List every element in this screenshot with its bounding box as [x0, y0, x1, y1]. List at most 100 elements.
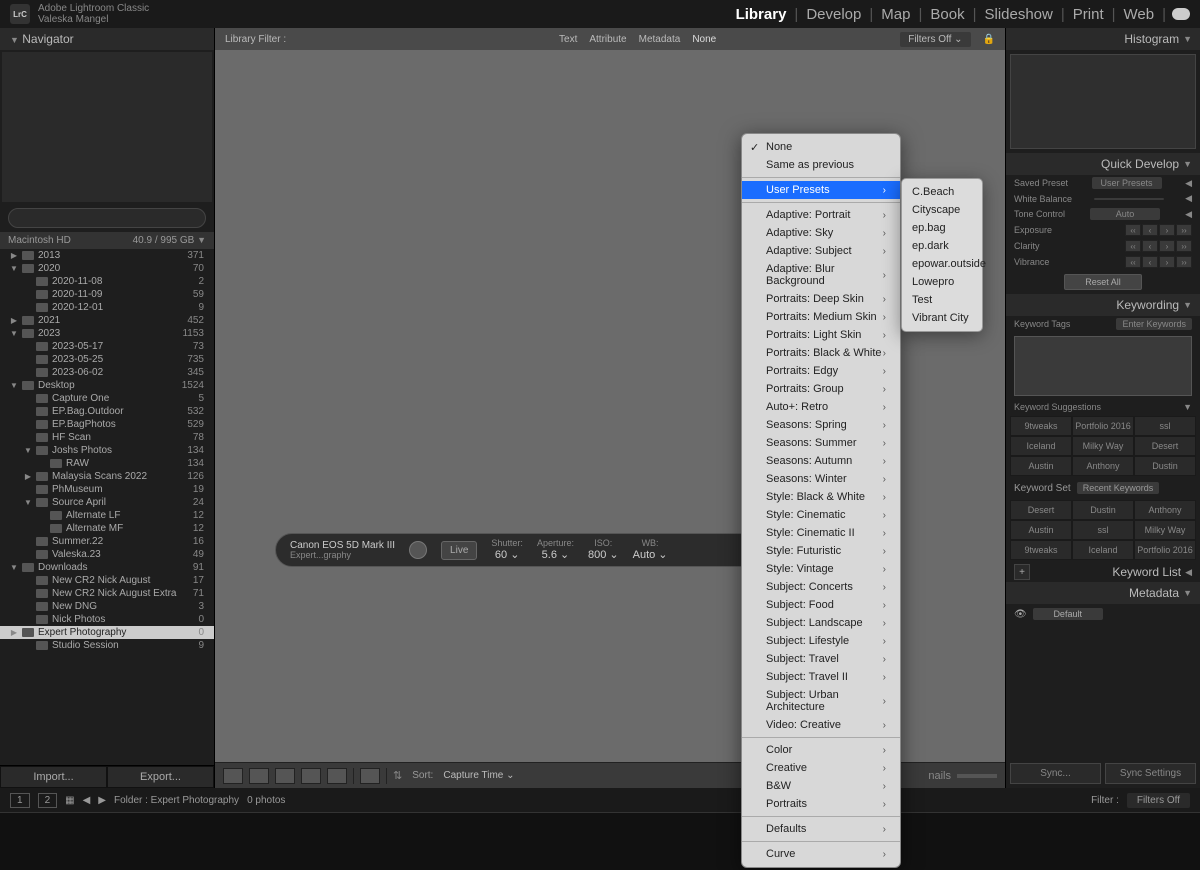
navigator-header[interactable]: ▼ Navigator: [0, 28, 214, 50]
module-library[interactable]: Library: [728, 6, 795, 23]
exposure-up[interactable]: ›: [1159, 224, 1175, 236]
user-preset-lowepro[interactable]: Lowepro: [902, 273, 982, 291]
preset-portraits-black-white[interactable]: Portraits: Black & White›: [742, 344, 900, 362]
folder-new-cr2-nick-august[interactable]: New CR2 Nick August17: [0, 574, 214, 587]
folder-valeska-23[interactable]: Valeska.2349: [0, 548, 214, 561]
folder-2023-05-17[interactable]: 2023-05-1773: [0, 340, 214, 353]
people-view-icon[interactable]: [327, 768, 347, 784]
preset-user-presets[interactable]: User Presets›: [742, 181, 900, 199]
kw-sugg-dustin[interactable]: Dustin: [1134, 456, 1196, 476]
painter-icon[interactable]: [360, 768, 380, 784]
folder-studio-session[interactable]: Studio Session9: [0, 639, 214, 652]
preset-style-vintage[interactable]: Style: Vintage›: [742, 560, 900, 578]
add-keyword-button[interactable]: +: [1014, 564, 1030, 580]
folder-malaysia-scans-2022[interactable]: ▶Malaysia Scans 2022126: [0, 470, 214, 483]
filter-metadata[interactable]: Metadata: [639, 34, 681, 45]
module-develop[interactable]: Develop: [798, 6, 869, 23]
page-2[interactable]: 2: [38, 793, 58, 808]
folder-joshs-photos[interactable]: ▼Joshs Photos134: [0, 444, 214, 457]
kw-set-ssl[interactable]: ssl: [1072, 520, 1134, 540]
preset-subject-lifestyle[interactable]: Subject: Lifestyle›: [742, 632, 900, 650]
preset-b-w[interactable]: B&W›: [742, 777, 900, 795]
disk-header[interactable]: Macintosh HD 40.9 / 995 GB ▼: [0, 232, 214, 249]
export-button[interactable]: Export...: [107, 766, 214, 788]
preset-style-black-white[interactable]: Style: Black & White›: [742, 488, 900, 506]
folder-ep-bag-outdoor[interactable]: EP.Bag.Outdoor532: [0, 405, 214, 418]
quick-develop-header[interactable]: Quick Develop ▼: [1006, 153, 1200, 175]
folder-alternate-mf[interactable]: Alternate MF12: [0, 522, 214, 535]
reset-all-button[interactable]: Reset All: [1064, 274, 1142, 290]
folder-expert-photography[interactable]: ▶Expert Photography0: [0, 626, 214, 639]
folder-summer-22[interactable]: Summer.2216: [0, 535, 214, 548]
preset-portraits-medium-skin[interactable]: Portraits: Medium Skin›: [742, 308, 900, 326]
folder-source-april[interactable]: ▼Source April24: [0, 496, 214, 509]
kw-set-iceland[interactable]: Iceland: [1072, 540, 1134, 560]
preset-subject-landscape[interactable]: Subject: Landscape›: [742, 614, 900, 632]
preset-defaults[interactable]: Defaults›: [742, 820, 900, 838]
preset-subject-travel[interactable]: Subject: Travel›: [742, 650, 900, 668]
folder-2020-11-09[interactable]: 2020-11-0959: [0, 288, 214, 301]
folder-2013[interactable]: ▶2013371: [0, 249, 214, 262]
folder-ep-bagphotos[interactable]: EP.BagPhotos529: [0, 418, 214, 431]
preset-adaptive-portrait[interactable]: Adaptive: Portrait›: [742, 206, 900, 224]
exposure-down2[interactable]: ‹‹: [1125, 224, 1141, 236]
folder-2023[interactable]: ▼20231153: [0, 327, 214, 340]
user-preset-c-beach[interactable]: C.Beach: [902, 183, 982, 201]
kw-sugg-iceland[interactable]: Iceland: [1010, 436, 1072, 456]
folder-phmuseum[interactable]: PhMuseum19: [0, 483, 214, 496]
folder-search-input[interactable]: [8, 208, 206, 228]
sort-dropdown[interactable]: Capture Time ⌄: [443, 770, 514, 781]
preset-style-futuristic[interactable]: Style: Futuristic›: [742, 542, 900, 560]
preset-subject-urban-architecture[interactable]: Subject: Urban Architecture›: [742, 686, 900, 716]
saved-preset-dropdown[interactable]: User Presets: [1092, 177, 1162, 189]
import-button[interactable]: Import...: [0, 766, 107, 788]
sync-settings-button[interactable]: Sync Settings: [1105, 763, 1196, 784]
kw-sugg-ssl[interactable]: ssl: [1134, 416, 1196, 436]
module-web[interactable]: Web: [1116, 6, 1163, 23]
kw-set-desert[interactable]: Desert: [1010, 500, 1072, 520]
filmstrip[interactable]: [0, 812, 1200, 870]
kw-set-9tweaks[interactable]: 9tweaks: [1010, 540, 1072, 560]
metadata-preset-dropdown[interactable]: Default: [1033, 608, 1103, 620]
module-print[interactable]: Print: [1065, 6, 1112, 23]
kw-sugg-desert[interactable]: Desert: [1134, 436, 1196, 456]
tether-device-button[interactable]: [409, 541, 427, 559]
page-1[interactable]: 1: [10, 793, 30, 808]
preset-seasons-winter[interactable]: Seasons: Winter›: [742, 470, 900, 488]
sort-direction-icon[interactable]: ⇅: [393, 769, 402, 782]
user-preset-ep-dark[interactable]: ep.dark: [902, 237, 982, 255]
exposure-up2[interactable]: ››: [1176, 224, 1192, 236]
preset-none[interactable]: ✓None: [742, 138, 900, 156]
folder-2020-11-08[interactable]: 2020-11-082: [0, 275, 214, 288]
folder-hf-scan[interactable]: HF Scan78: [0, 431, 214, 444]
kw-set-dustin[interactable]: Dustin: [1072, 500, 1134, 520]
preset-portraits-light-skin[interactable]: Portraits: Light Skin›: [742, 326, 900, 344]
preset-seasons-spring[interactable]: Seasons: Spring›: [742, 416, 900, 434]
user-preset-cityscape[interactable]: Cityscape: [902, 201, 982, 219]
tone-auto-button[interactable]: Auto: [1090, 208, 1160, 220]
filter-attribute[interactable]: Attribute: [589, 34, 626, 45]
kw-sugg-austin[interactable]: Austin: [1010, 456, 1072, 476]
preset-video-creative[interactable]: Video: Creative›: [742, 716, 900, 734]
filters-off-status[interactable]: Filters Off: [1127, 793, 1190, 808]
preset-portraits[interactable]: Portraits›: [742, 795, 900, 813]
user-preset-epowar-outside[interactable]: epowar.outside: [902, 255, 982, 273]
tether-live-button[interactable]: Live: [441, 541, 477, 560]
kw-set-anthony[interactable]: Anthony: [1134, 500, 1196, 520]
survey-view-icon[interactable]: [301, 768, 321, 784]
histogram-header[interactable]: Histogram ▼: [1006, 28, 1200, 50]
preset-style-cinematic[interactable]: Style: Cinematic›: [742, 506, 900, 524]
kw-set-milky-way[interactable]: Milky Way: [1134, 520, 1196, 540]
folder-2021[interactable]: ▶2021452: [0, 314, 214, 327]
eye-icon[interactable]: 👁: [1014, 609, 1027, 620]
folder-desktop[interactable]: ▼Desktop1524: [0, 379, 214, 392]
keyword-set-dropdown[interactable]: Recent Keywords: [1077, 482, 1160, 494]
exposure-down[interactable]: ‹: [1142, 224, 1158, 236]
preset-auto-retro[interactable]: Auto+: Retro›: [742, 398, 900, 416]
preset-same-as-previous[interactable]: Same as previous: [742, 156, 900, 174]
filter-text[interactable]: Text: [559, 34, 577, 45]
preset-seasons-autumn[interactable]: Seasons: Autumn›: [742, 452, 900, 470]
compare-view-icon[interactable]: [275, 768, 295, 784]
preset-adaptive-subject[interactable]: Adaptive: Subject›: [742, 242, 900, 260]
kw-sugg-9tweaks[interactable]: 9tweaks: [1010, 416, 1072, 436]
